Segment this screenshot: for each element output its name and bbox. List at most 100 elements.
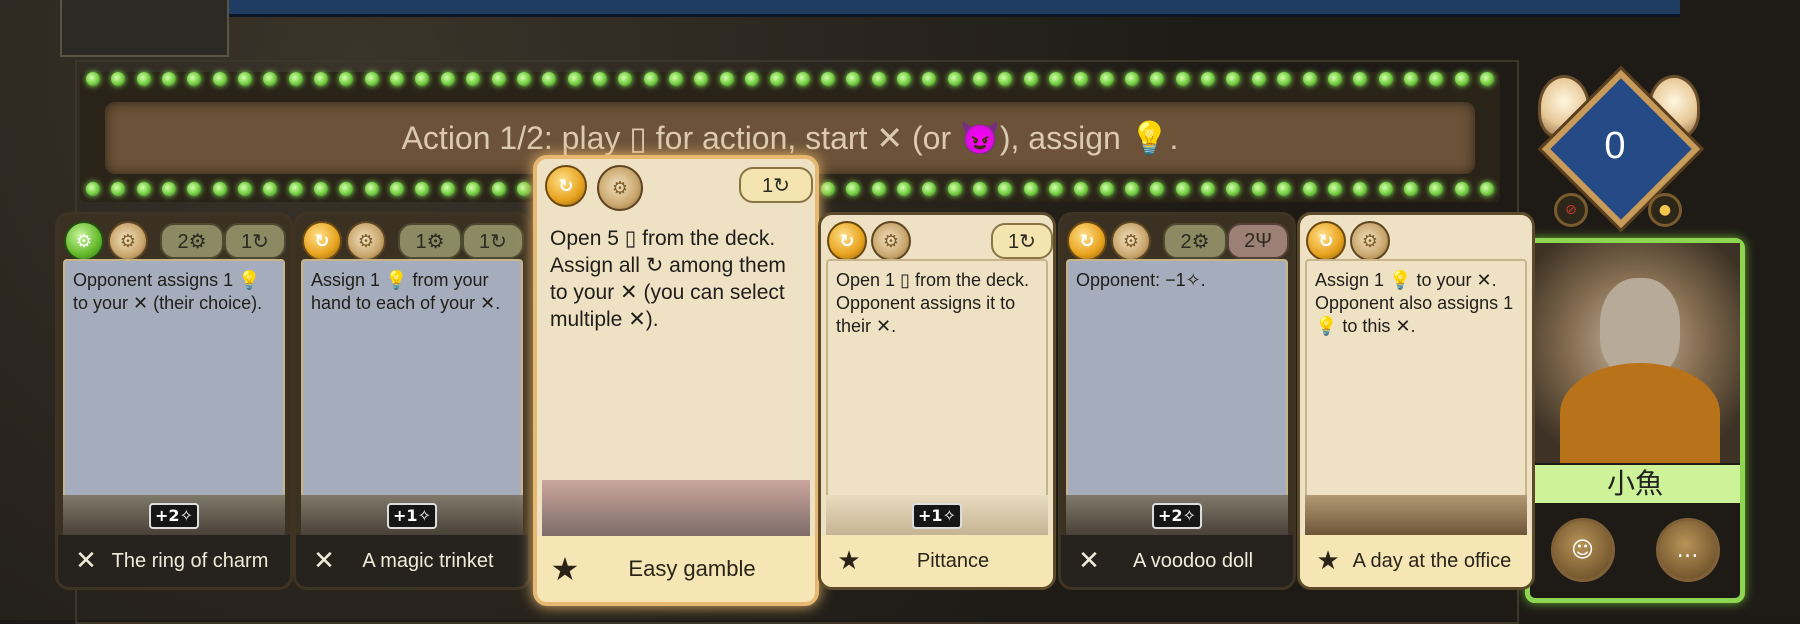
light-dot xyxy=(238,182,253,196)
action-instruction: Action 1/2: play ▯ for action, start ✕ (… xyxy=(401,120,1179,156)
light-dot xyxy=(516,182,531,196)
light-dot xyxy=(897,72,911,86)
light-dot xyxy=(1378,72,1393,86)
light-dot xyxy=(111,182,126,196)
card-title: A magic trinket xyxy=(362,549,494,572)
light-dot xyxy=(973,182,988,196)
light-dot xyxy=(1479,72,1494,86)
light-dot xyxy=(1378,182,1393,196)
card-easy-gamble[interactable]: ↻ ⚙ 1↻ Open 5 ▯ from the deck. Assign al… xyxy=(533,155,819,606)
light-dot xyxy=(390,72,405,86)
card-art xyxy=(542,480,810,536)
cost-badge: 2⚙ xyxy=(160,223,224,259)
lightbulb-icon[interactable]: ● xyxy=(1648,193,1682,227)
light-dot xyxy=(466,182,481,196)
gear-icon: ⚙ xyxy=(1350,221,1390,261)
star-icon: ★ xyxy=(837,546,861,576)
light-dot xyxy=(1353,182,1368,196)
card-badges: ↻ ⚙ 1⚙ 1↻ xyxy=(302,219,524,261)
gear-icon: ⚙ xyxy=(108,221,148,261)
top-left-panel xyxy=(60,0,229,57)
coin-icon: ↻ xyxy=(302,221,342,261)
crossed-tools-icon: ✕ xyxy=(75,546,97,576)
card-badges: ↻ ⚙ xyxy=(1306,219,1526,261)
counter-value: 0 xyxy=(1604,125,1626,167)
light-dot xyxy=(1074,182,1089,196)
light-dot xyxy=(1074,72,1089,86)
light-dot xyxy=(592,72,607,86)
card-ring-of-charm[interactable]: ⚙ ⚙ 2⚙ 1↻ Opponent assigns 1 💡 to your ✕… xyxy=(55,212,293,590)
coin-icon: ↻ xyxy=(545,165,587,207)
light-dot xyxy=(1327,72,1342,86)
chat-emote-icon[interactable]: … xyxy=(1655,518,1720,582)
card-footer: ★ Easy gamble xyxy=(537,536,815,602)
light-dot xyxy=(1226,182,1241,196)
light-dot xyxy=(1353,72,1368,86)
light-dots-top xyxy=(80,72,1500,88)
card-voodoo-doll[interactable]: ↻ ⚙ 2⚙ 2Ψ Opponent: −1✧. +2✧ ✕ A voodoo … xyxy=(1058,212,1296,590)
value-tag: +2✧ xyxy=(1152,503,1202,529)
light-dot xyxy=(618,72,633,86)
card-footer: ✕ The ring of charm xyxy=(58,535,290,587)
light-dot xyxy=(1327,182,1342,196)
light-dot xyxy=(1023,182,1038,196)
card-badges: ↻ ⚙ 2⚙ 2Ψ xyxy=(1067,219,1289,261)
coin-icon: ↻ xyxy=(827,221,867,261)
light-dot xyxy=(491,72,506,86)
light-dot xyxy=(288,182,303,196)
light-dot xyxy=(364,72,379,86)
cost-badge: 1↻ xyxy=(739,167,813,203)
card-title: A voodoo doll xyxy=(1132,549,1254,572)
light-dot xyxy=(694,72,709,86)
light-dot xyxy=(973,72,988,86)
light-dot xyxy=(1049,182,1064,196)
card-title: Easy gamble xyxy=(628,556,756,581)
light-dot xyxy=(415,182,430,196)
card-footer: ★ A day at the office xyxy=(1300,535,1532,587)
player-panel: 小魚 ☺ … xyxy=(1525,238,1745,603)
card-footer: ✕ A magic trinket xyxy=(296,535,528,587)
light-dot xyxy=(897,182,911,196)
player-portrait xyxy=(1530,243,1740,463)
card-magic-trinket[interactable]: ↻ ⚙ 1⚙ 1↻ Assign 1 💡 from your hand to e… xyxy=(293,212,531,590)
light-dot xyxy=(1023,72,1038,86)
light-dot xyxy=(86,182,100,196)
card-text: Opponent assigns 1 💡 to your ✕ (their ch… xyxy=(63,259,285,499)
action-counter: 0 ⊘ ● xyxy=(1530,69,1701,235)
goblin-emote-icon[interactable]: ☺ xyxy=(1550,518,1615,582)
value-tag: +2✧ xyxy=(149,503,199,529)
light-dot xyxy=(136,72,151,86)
light-dot xyxy=(1251,182,1266,196)
light-dot xyxy=(542,72,557,86)
light-dot xyxy=(314,182,329,196)
crossed-tools-icon: ✕ xyxy=(1078,546,1100,576)
gear-icon: ⚙ xyxy=(597,165,643,211)
top-strip xyxy=(210,0,1680,17)
light-dot xyxy=(744,72,759,86)
light-dot xyxy=(1099,72,1114,86)
emote-row: ☺ … xyxy=(1530,515,1740,585)
light-dot xyxy=(440,182,455,196)
light-dot xyxy=(187,182,202,196)
light-dot xyxy=(1403,72,1418,86)
player-name: 小魚 xyxy=(1530,465,1740,503)
light-dot xyxy=(947,182,962,196)
light-dot xyxy=(187,72,202,86)
light-dot xyxy=(998,72,1013,86)
light-dot xyxy=(770,72,785,86)
disabled-icon[interactable]: ⊘ xyxy=(1554,193,1588,227)
card-day-at-office[interactable]: ↻ ⚙ Assign 1 💡 to your ✕. Opponent also … xyxy=(1297,212,1535,590)
light-dot xyxy=(1251,72,1266,86)
light-dot xyxy=(820,72,835,86)
light-dot xyxy=(947,72,962,86)
card-text: Assign 1 💡 from your hand to each of you… xyxy=(301,259,523,499)
light-dot xyxy=(339,182,354,196)
light-dot xyxy=(415,72,430,86)
value-tag: +1✧ xyxy=(912,503,962,529)
light-dot xyxy=(1150,182,1165,196)
card-title: The ring of charm xyxy=(111,549,269,572)
light-dot xyxy=(871,72,886,86)
gear-icon: ⚙ xyxy=(871,221,911,261)
card-pittance[interactable]: ↻ ⚙ 1↻ Open 1 ▯ from the deck. Opponent … xyxy=(818,212,1056,590)
light-dot xyxy=(238,72,253,86)
